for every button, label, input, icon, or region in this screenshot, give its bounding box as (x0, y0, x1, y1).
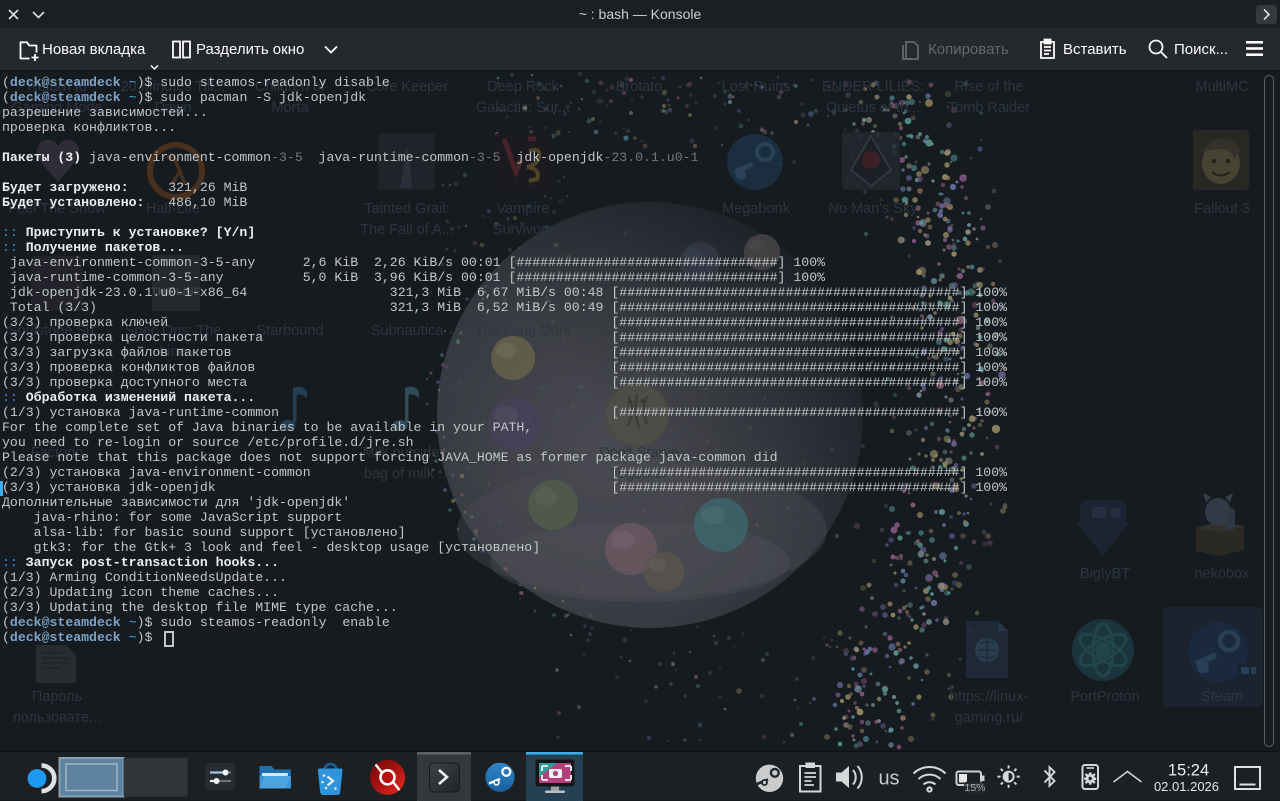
svg-text:02.01.2026: 02.01.2026 (1154, 779, 1219, 794)
svg-text:15%: 15% (964, 782, 985, 794)
svg-text:us: us (878, 768, 899, 790)
svg-text:15:24: 15:24 (1168, 762, 1209, 780)
